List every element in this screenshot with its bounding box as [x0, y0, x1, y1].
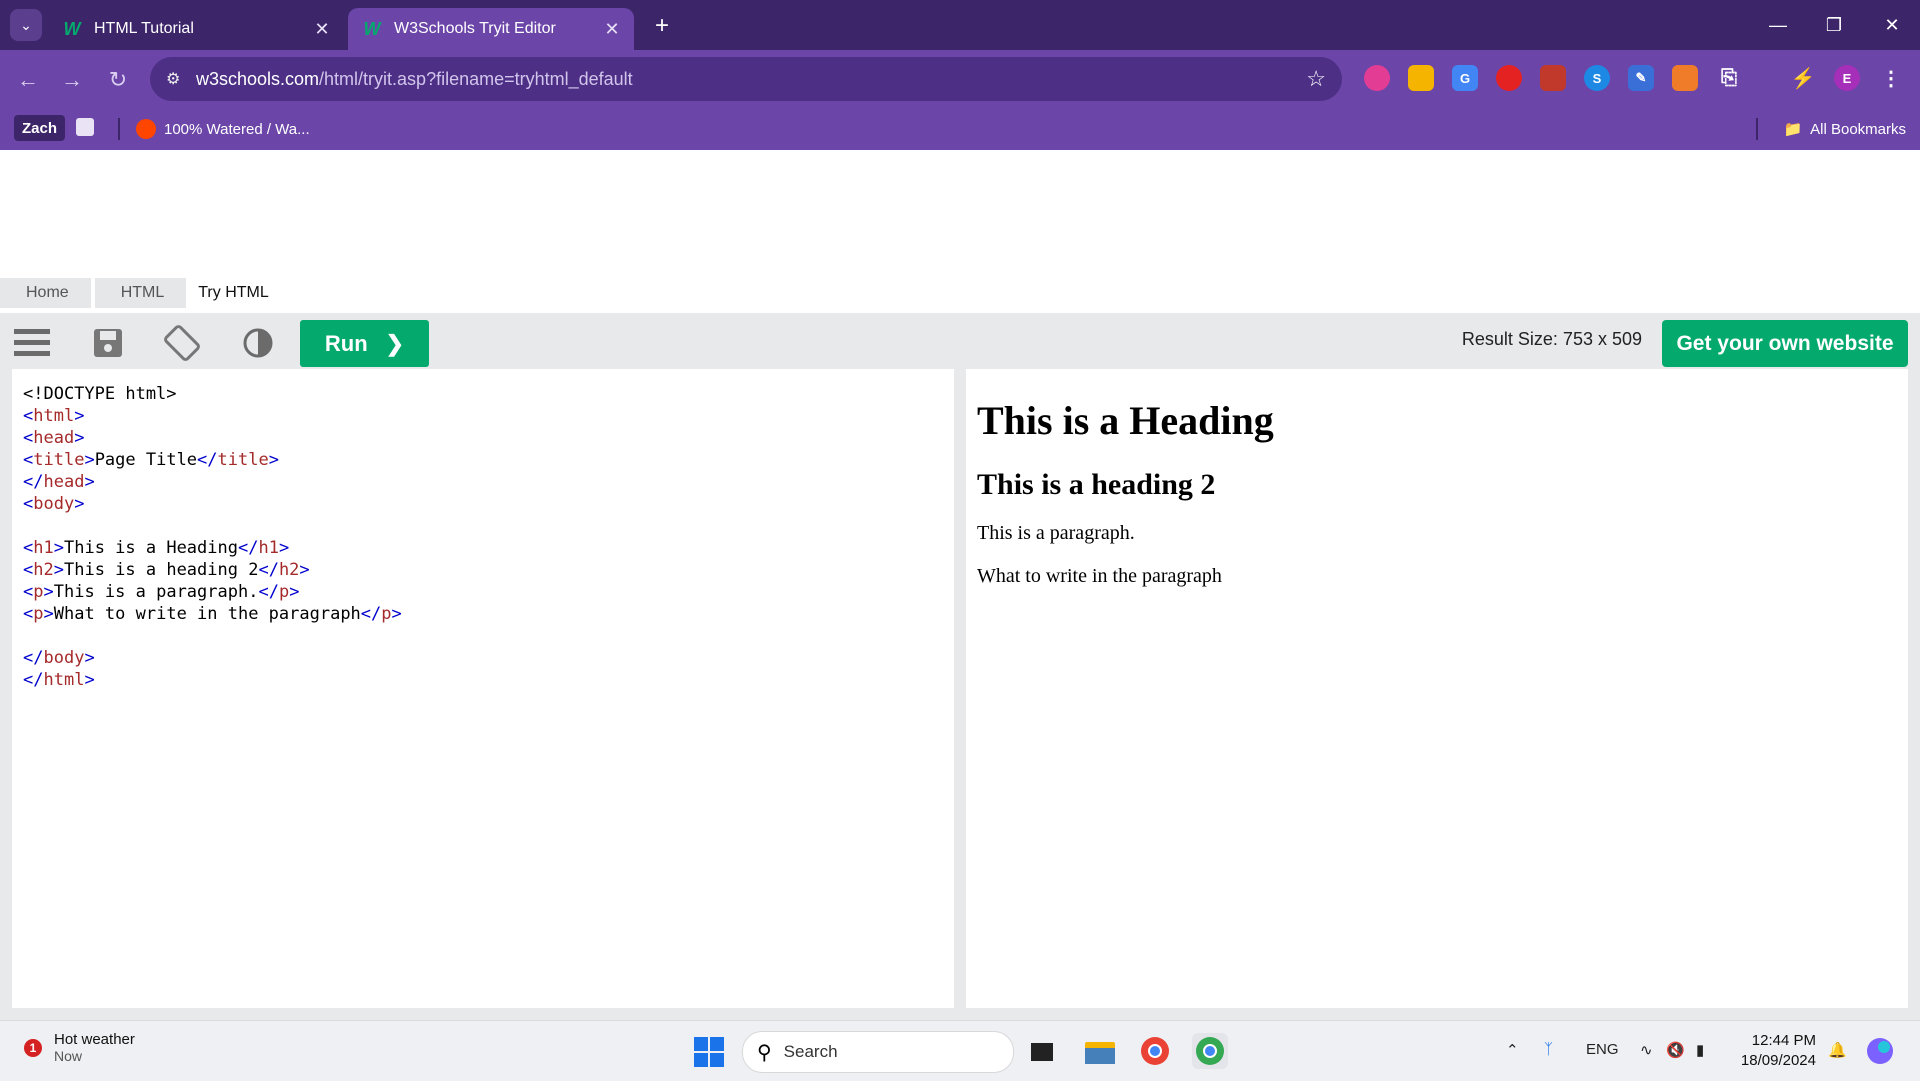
- bluetooth-icon[interactable]: ᛉ: [1544, 1041, 1553, 1058]
- tab-html-tutorial[interactable]: W HTML Tutorial ✕: [48, 8, 344, 50]
- get-your-own-website-button[interactable]: Get your own website: [1662, 320, 1908, 367]
- breadcrumb: Home HTML Try HTML: [0, 278, 295, 308]
- folder-icon: 📁: [1783, 121, 1803, 138]
- profile-group-label[interactable]: Zach: [14, 115, 66, 141]
- w3schools-icon: W: [63, 18, 81, 39]
- tab-group-icon[interactable]: [76, 118, 94, 136]
- chrome-profile-icon[interactable]: [1192, 1033, 1228, 1069]
- result-document: This is a Heading This is a heading 2 Th…: [966, 369, 1908, 626]
- result-paragraph-2: What to write in the paragraph: [977, 565, 1222, 587]
- tryit-toolbar: Run ❯ Result Size: 753 x 509 Get your ow…: [0, 313, 1920, 369]
- windows-taskbar: 1 Hot weather Now ⚲ Search ⌃ ᛉ ENG ∿ 🔇 ▮…: [0, 1020, 1920, 1081]
- minimize-icon[interactable]: —: [1758, 8, 1798, 42]
- bookmark-star-icon[interactable]: ☆: [1306, 66, 1326, 92]
- extension-shazam-icon[interactable]: S: [1584, 65, 1610, 91]
- window-close-icon[interactable]: ✕: [1872, 8, 1912, 42]
- breadcrumb-html[interactable]: HTML: [94, 278, 187, 308]
- extension-palette-icon[interactable]: [1408, 65, 1434, 91]
- reddit-icon: [136, 119, 156, 139]
- chrome-icon[interactable]: [1137, 1033, 1173, 1069]
- result-heading-1: This is a Heading: [977, 398, 1274, 443]
- save-icon[interactable]: [88, 323, 128, 363]
- notification-bell-icon[interactable]: 🔔: [1828, 1041, 1847, 1059]
- chevron-right-icon: ❯: [385, 330, 405, 356]
- taskbar-search[interactable]: ⚲ Search: [742, 1031, 1014, 1073]
- forward-icon[interactable]: →: [54, 62, 90, 98]
- wifi-icon[interactable]: ∿: [1640, 1041, 1653, 1059]
- extensions-puzzle-icon[interactable]: ⎘: [1716, 65, 1742, 91]
- weather-subtitle: Now: [54, 1048, 83, 1064]
- menu-icon[interactable]: [12, 323, 52, 363]
- search-label: Search: [783, 1042, 838, 1061]
- file-explorer-icon[interactable]: [1082, 1033, 1118, 1069]
- bookmark-item[interactable]: 100% Watered / Wa...: [136, 116, 310, 142]
- reload-icon[interactable]: ↻: [100, 62, 136, 98]
- result-frame[interactable]: This is a Heading This is a heading 2 Th…: [966, 369, 1908, 1008]
- dark-mode-icon[interactable]: [238, 323, 278, 363]
- weather-badge: 1: [24, 1038, 42, 1057]
- breadcrumb-home[interactable]: Home: [0, 278, 91, 308]
- volume-muted-icon[interactable]: 🔇: [1666, 1041, 1685, 1059]
- performance-icon[interactable]: ⚡: [1790, 65, 1816, 91]
- copilot-icon[interactable]: [1862, 1033, 1898, 1069]
- new-tab-icon[interactable]: +: [648, 12, 676, 40]
- extension-translate-icon[interactable]: G: [1452, 65, 1478, 91]
- clock[interactable]: 12:44 PM 18/09/2024: [1741, 1031, 1816, 1071]
- profile-avatar[interactable]: E: [1834, 65, 1860, 91]
- result-paragraph-1: This is a paragraph.: [977, 522, 1135, 544]
- code-content[interactable]: <!DOCTYPE html> <html> <head> <title>Pag…: [12, 369, 954, 691]
- date: 18/09/2024: [1740, 1052, 1816, 1069]
- browser-toolbar: ← → ↻ ⚙ w3schools.com/html/tryit.asp?fil…: [0, 50, 1920, 108]
- w3schools-icon: W: [363, 18, 381, 39]
- divider: [1756, 118, 1758, 140]
- language-indicator[interactable]: ENG: [1586, 1041, 1619, 1058]
- all-bookmarks-button[interactable]: 📁 All Bookmarks: [1783, 116, 1906, 142]
- rotate-orientation-icon[interactable]: [162, 323, 202, 363]
- task-view-icon[interactable]: [1024, 1033, 1060, 1069]
- divider: [118, 118, 120, 140]
- url-text: w3schools.com/html/tryit.asp?filename=tr…: [196, 68, 633, 89]
- extension-rocket-icon[interactable]: [1672, 65, 1698, 91]
- close-icon[interactable]: ✕: [598, 15, 626, 43]
- weather-widget[interactable]: 1 Hot weather Now: [24, 1031, 135, 1064]
- tab-title: HTML Tutorial: [94, 20, 194, 37]
- site-info-icon[interactable]: ⚙: [166, 69, 186, 89]
- chevron-up-icon[interactable]: ⌃: [1506, 1041, 1519, 1059]
- address-bar[interactable]: ⚙ w3schools.com/html/tryit.asp?filename=…: [150, 57, 1342, 101]
- menu-icon[interactable]: ⋮: [1878, 65, 1904, 91]
- close-icon[interactable]: ✕: [308, 15, 336, 43]
- breadcrumb-current: Try HTML: [198, 284, 269, 301]
- back-icon[interactable]: ←: [10, 62, 46, 98]
- time: 12:44 PM: [1751, 1032, 1816, 1049]
- run-button[interactable]: Run ❯: [300, 320, 429, 367]
- weather-title: Hot weather: [54, 1031, 135, 1048]
- extension-book-icon[interactable]: [1540, 65, 1566, 91]
- extension-color-icon[interactable]: [1364, 65, 1390, 91]
- browser-tab-bar: ⌄ W HTML Tutorial ✕ W W3Schools Tryit Ed…: [0, 0, 1920, 50]
- extension-hand-icon[interactable]: [1496, 65, 1522, 91]
- windows-start-icon[interactable]: [694, 1037, 724, 1067]
- extension-pen-icon[interactable]: ✎: [1628, 65, 1654, 91]
- search-icon: ⚲: [757, 1041, 772, 1064]
- bookmarks-bar: Zach 100% Watered / Wa... 📁 All Bookmark…: [0, 108, 1920, 150]
- tryit-panes: <!DOCTYPE html> <html> <head> <title>Pag…: [0, 369, 1920, 1020]
- battery-icon[interactable]: ▮: [1696, 1041, 1704, 1059]
- code-editor[interactable]: <!DOCTYPE html> <html> <head> <title>Pag…: [12, 369, 954, 1008]
- tab-search-dropdown-icon[interactable]: ⌄: [10, 9, 42, 41]
- result-size-label: Result Size: 753 x 509: [1461, 329, 1642, 349]
- restore-icon[interactable]: ❐: [1814, 8, 1854, 42]
- tab-title: W3Schools Tryit Editor: [394, 20, 556, 37]
- result-heading-2: This is a heading 2: [977, 468, 1216, 501]
- tab-tryit-editor[interactable]: W W3Schools Tryit Editor ✕: [348, 8, 634, 50]
